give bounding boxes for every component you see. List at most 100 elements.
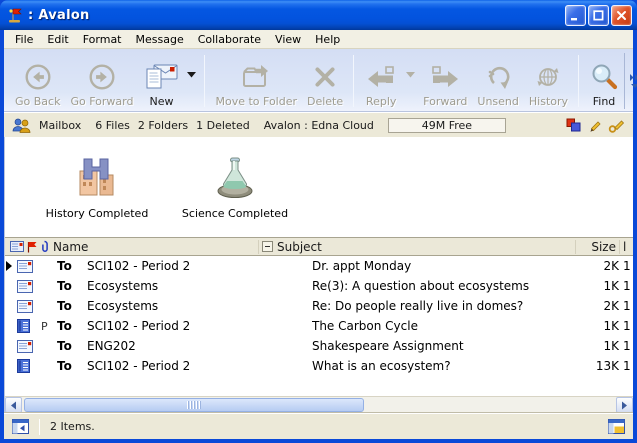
new-dropdown-arrow[interactable] xyxy=(184,41,199,109)
row-size: 13K xyxy=(575,359,619,373)
message-row[interactable]: To SCI102 - Period 2 Dr. appt Monday 2K … xyxy=(5,256,633,276)
new-label: New xyxy=(149,95,173,108)
message-row[interactable]: To Ecosystems Re: Do people really live … xyxy=(5,296,633,316)
toolbar-overflow-chevron[interactable] xyxy=(624,53,637,109)
folder-science-completed[interactable]: Science Completed xyxy=(169,149,301,220)
horizontal-scrollbar xyxy=(5,396,633,413)
app-flag-icon xyxy=(6,7,24,24)
message-list: To SCI102 - Period 2 Dr. appt Monday 2K … xyxy=(5,256,633,396)
minimize-button[interactable] xyxy=(565,5,586,26)
scrollbar-grip xyxy=(187,401,201,409)
reply-button[interactable]: Reply xyxy=(359,53,403,109)
folder-move-icon xyxy=(240,59,272,95)
row-clipped-cell: 1 xyxy=(619,359,633,373)
row-clipped-cell: 1 xyxy=(619,279,633,293)
scroll-right-button[interactable] xyxy=(616,397,633,413)
menu-view[interactable]: View xyxy=(268,31,308,48)
row-subject: The Carbon Cycle xyxy=(312,319,575,333)
message-row[interactable]: P To SCI102 - Period 2 The Carbon Cycle … xyxy=(5,316,633,336)
history-label: History xyxy=(529,95,568,108)
message-row[interactable]: To Ecosystems Re(3): A question about ec… xyxy=(5,276,633,296)
menu-message[interactable]: Message xyxy=(129,31,191,48)
items-count-text: 2 Items. xyxy=(50,420,608,433)
message-column-icon[interactable] xyxy=(10,241,24,252)
unsend-button[interactable]: Unsend xyxy=(472,53,523,109)
row-subject: Shakespeare Assignment xyxy=(312,339,575,353)
menu-bar: File Edit Format Message Collaborate Vie… xyxy=(4,30,633,49)
menu-file[interactable]: File xyxy=(8,31,40,48)
menu-format[interactable]: Format xyxy=(76,31,129,48)
new-message-button[interactable]: New xyxy=(138,53,184,109)
attachment-column-icon[interactable] xyxy=(40,240,49,253)
row-size: 1K xyxy=(575,339,619,353)
history-button[interactable]: History xyxy=(524,53,573,109)
key-pencil-icon[interactable] xyxy=(608,118,625,133)
delete-button[interactable]: Delete xyxy=(302,53,348,109)
find-label: Find xyxy=(593,95,616,108)
close-button[interactable] xyxy=(611,5,632,26)
menu-edit[interactable]: Edit xyxy=(40,31,75,48)
message-envelope-icon xyxy=(17,300,41,313)
row-size: 1K xyxy=(575,319,619,333)
row-to: To xyxy=(57,299,87,313)
forward-button[interactable]: Forward xyxy=(418,53,472,109)
row-name: Ecosystems xyxy=(87,299,312,313)
folder-history-completed[interactable]: History Completed xyxy=(31,149,163,220)
mailbox-info-bar: Mailbox 6 Files 2 Folders 1 Deleted Aval… xyxy=(4,112,633,137)
scroll-left-button[interactable] xyxy=(5,397,22,413)
collapse-all-icon[interactable] xyxy=(262,241,273,252)
menu-help[interactable]: Help xyxy=(308,31,347,48)
window-title: : Avalon xyxy=(28,8,563,23)
go-back-label: Go Back xyxy=(15,95,60,108)
reply-label: Reply xyxy=(366,95,396,108)
list-column-header: Name Subject Size l xyxy=(5,237,633,256)
message-row[interactable]: To SCI102 - Period 2 What is an ecosyste… xyxy=(5,356,633,376)
message-row[interactable]: To ENG202 Shakespeare Assignment 1K 1 xyxy=(5,336,633,356)
menu-collaborate[interactable]: Collaborate xyxy=(191,31,268,48)
reply-arrow-icon xyxy=(364,59,398,95)
row-subject: Dr. appt Monday xyxy=(312,259,575,273)
history-building-icon xyxy=(74,149,120,201)
flag-column-icon[interactable] xyxy=(27,241,37,253)
name-column-header[interactable]: Name xyxy=(53,240,88,254)
scrollbar-track[interactable] xyxy=(22,397,616,413)
flags-icon[interactable] xyxy=(566,118,581,132)
status-bar: 2 Items. xyxy=(4,413,633,439)
go-forward-button[interactable]: Go Forward xyxy=(65,53,138,109)
mailbox-label: Mailbox xyxy=(39,119,81,132)
unsend-label: Unsend xyxy=(477,95,518,108)
status-divider xyxy=(39,419,40,435)
find-button[interactable]: Find xyxy=(584,53,624,109)
row-size: 2K xyxy=(575,299,619,313)
size-column-header[interactable]: Size xyxy=(575,240,619,254)
collapse-pane-icon[interactable] xyxy=(12,419,29,434)
forward-arrow-icon xyxy=(428,59,462,95)
folder-label: Science Completed xyxy=(182,207,288,220)
scrollbar-thumb[interactable] xyxy=(24,398,364,412)
unsend-curved-arrow-icon xyxy=(484,59,512,95)
free-space-indicator: 49M Free xyxy=(388,118,506,133)
go-forward-label: Go Forward xyxy=(70,95,133,108)
files-count: 6 Files xyxy=(95,119,130,132)
forward-label: Forward xyxy=(423,95,467,108)
row-clipped-cell: 1 xyxy=(619,299,633,313)
pencil-icon[interactable] xyxy=(587,118,602,133)
row-name: SCI102 - Period 2 xyxy=(87,359,312,373)
title-bar[interactable]: : Avalon xyxy=(0,0,637,30)
clipped-column-header[interactable]: l xyxy=(619,240,633,254)
row-clipped-cell: 1 xyxy=(619,259,633,273)
row-subject: Re: Do people really live in domes? xyxy=(312,299,575,313)
reply-dropdown-arrow[interactable] xyxy=(403,41,418,109)
row-clipped-cell: 1 xyxy=(619,319,633,333)
move-to-folder-button[interactable]: Move to Folder xyxy=(210,53,302,109)
history-globe-icon xyxy=(534,59,562,95)
row-to: To xyxy=(57,339,87,353)
magnifier-icon xyxy=(589,59,619,95)
move-to-folder-label: Move to Folder xyxy=(215,95,297,108)
split-view-icon[interactable] xyxy=(608,419,625,434)
folders-count: 2 Folders xyxy=(138,119,188,132)
row-subject: What is an ecosystem? xyxy=(312,359,575,373)
subject-column-header[interactable]: Subject xyxy=(277,240,322,254)
maximize-button[interactable] xyxy=(588,5,609,26)
go-back-button[interactable]: Go Back xyxy=(10,53,65,109)
